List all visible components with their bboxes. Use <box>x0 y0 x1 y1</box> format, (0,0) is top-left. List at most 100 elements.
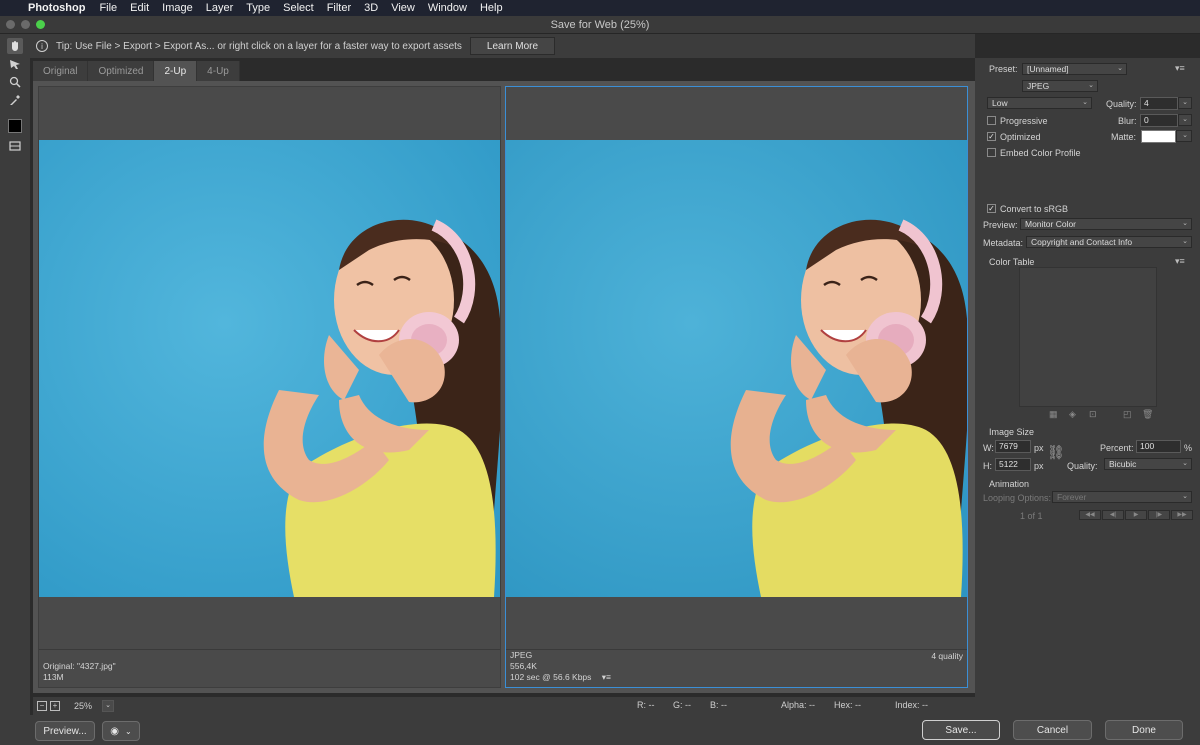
menu-select[interactable]: Select <box>283 2 314 14</box>
readout-hex: Hex: -- <box>834 700 861 710</box>
menu-view[interactable]: View <box>391 2 415 14</box>
readout-b: B: -- <box>710 700 727 710</box>
zoom-out-button[interactable]: − <box>37 701 47 711</box>
zoom-dropdown-chevron-icon[interactable]: ⌄ <box>102 700 114 712</box>
hand-tool-icon[interactable] <box>7 38 23 54</box>
menu-help[interactable]: Help <box>480 2 503 14</box>
eyedropper-color-swatch[interactable] <box>7 118 23 134</box>
percent-input[interactable]: 100 <box>1136 440 1181 453</box>
original-pane[interactable]: Original: "4327.jpg" 113M <box>38 86 501 688</box>
percent-label: Percent: <box>1100 443 1134 453</box>
play-button[interactable]: ▶ <box>1125 510 1147 520</box>
original-file-name: Original: "4327.jpg" <box>43 661 116 671</box>
frame-counter: 1 of 1 <box>1020 511 1043 521</box>
menu-image[interactable]: Image <box>162 2 193 14</box>
new-color-icon[interactable]: ◰ <box>1123 409 1132 420</box>
zoom-tool-icon[interactable] <box>7 74 23 90</box>
preview-select[interactable]: Monitor Color ⌄ <box>1020 218 1192 230</box>
looping-options-select[interactable]: Forever ⌄ <box>1052 491 1192 503</box>
tab-optimized[interactable]: Optimized <box>88 61 155 81</box>
zoom-level[interactable]: 25% <box>74 701 100 711</box>
close-window-button[interactable] <box>6 20 15 29</box>
optimize-menu-icon[interactable]: ▾≡ <box>1175 63 1185 74</box>
toggle-slices-icon[interactable] <box>7 138 23 154</box>
chevron-down-icon: ⌄ <box>125 726 132 736</box>
menu-filter[interactable]: Filter <box>327 2 351 14</box>
preset-select[interactable]: [Unnamed] ⌄ <box>1022 63 1127 75</box>
progressive-checkbox[interactable] <box>987 116 996 125</box>
menu-edit[interactable]: Edit <box>130 2 149 14</box>
next-frame-button[interactable]: |▶ <box>1148 510 1170 520</box>
menu-3d[interactable]: 3D <box>364 2 378 14</box>
zoom-in-button[interactable]: + <box>50 701 60 711</box>
tab-4-up[interactable]: 4-Up <box>197 61 240 81</box>
original-pane-footer: Original: "4327.jpg" 113M <box>39 649 500 687</box>
menu-type[interactable]: Type <box>246 2 270 14</box>
done-button[interactable]: Done <box>1105 720 1183 740</box>
minimize-window-button[interactable] <box>21 20 30 29</box>
quality-input[interactable]: 4 <box>1140 97 1178 110</box>
learn-more-button[interactable]: Learn More <box>469 37 556 55</box>
blur-input[interactable]: 0 <box>1140 114 1178 127</box>
optimized-format: JPEG <box>510 650 533 660</box>
slice-select-tool-icon[interactable] <box>7 56 23 72</box>
file-format-select[interactable]: JPEG ⌄ <box>1022 80 1098 92</box>
convert-srgb-checkbox[interactable]: ✓ <box>987 204 996 213</box>
constrain-proportions-link-icon[interactable]: ⛓ <box>1047 444 1065 461</box>
matte-label: Matte: <box>1111 132 1137 142</box>
optimized-quality: 4 quality <box>931 651 963 661</box>
window-title-bar: Save for Web (25%) <box>0 16 1200 34</box>
preset-label: Preset: <box>989 64 1018 74</box>
quality-dropdown-chevron-icon[interactable]: ⌄ <box>1178 97 1192 109</box>
looping-options-label: Looping Options: <box>983 493 1052 503</box>
cancel-button[interactable]: Cancel <box>1013 720 1092 740</box>
matte-dropdown-chevron-icon[interactable]: ⌄ <box>1176 130 1192 142</box>
previous-frame-button[interactable]: ◀| <box>1102 510 1124 520</box>
compression-quality-select[interactable]: Low ⌄ <box>987 97 1092 109</box>
mac-menu-bar: Photoshop File Edit Image Layer Type Sel… <box>0 0 1200 16</box>
status-bar: − + 25% ⌄ R: -- G: -- B: -- Alpha: -- He… <box>33 697 975 715</box>
height-label: H: <box>983 461 992 471</box>
optimized-download-time: 102 sec @ 56.6 Kbps ▾≡ <box>510 672 612 682</box>
window-title: Save for Web (25%) <box>550 18 650 31</box>
menu-window[interactable]: Window <box>428 2 467 14</box>
tab-original[interactable]: Original <box>33 61 89 81</box>
map-to-transparent-icon[interactable]: ▦ <box>1049 409 1058 420</box>
color-table-menu-icon[interactable]: ▾≡ <box>1175 256 1185 267</box>
blur-dropdown-chevron-icon[interactable]: ⌄ <box>1178 114 1192 126</box>
height-input[interactable]: 5122 <box>995 458 1031 471</box>
globe-icon: ◉ <box>110 725 120 737</box>
image-size-label: Image Size <box>989 427 1035 437</box>
optimized-checkbox[interactable]: ✓ <box>987 132 996 141</box>
tab-2-up[interactable]: 2-Up <box>154 61 198 81</box>
last-frame-button[interactable]: ▶▶ <box>1171 510 1193 520</box>
optimized-pane[interactable]: JPEG 556,4K 102 sec @ 56.6 Kbps ▾≡ 4 qua… <box>505 86 968 688</box>
matte-color-swatch[interactable] <box>1141 130 1176 143</box>
web-shift-icon[interactable]: ◈ <box>1069 409 1076 420</box>
animation-label: Animation <box>989 479 1030 489</box>
optimized-image[interactable] <box>506 140 967 597</box>
save-button[interactable]: Save... <box>922 720 1000 740</box>
convert-srgb-label: Convert to sRGB <box>1000 204 1069 214</box>
browser-preview-button[interactable]: ◉ ⌄ <box>102 721 140 741</box>
download-time-menu-icon[interactable]: ▾≡ <box>602 672 611 682</box>
tip-bar: i Tip: Use File > Export > Export As... … <box>30 34 975 58</box>
menu-file[interactable]: File <box>99 2 117 14</box>
zoom-window-button[interactable] <box>36 20 45 29</box>
optimized-pane-footer: JPEG 556,4K 102 sec @ 56.6 Kbps ▾≡ 4 qua… <box>506 649 967 687</box>
first-frame-button[interactable]: ◀◀ <box>1079 510 1101 520</box>
color-table[interactable] <box>1019 267 1157 407</box>
eyedropper-tool-icon[interactable] <box>7 92 23 108</box>
preview-button[interactable]: Preview... <box>35 721 95 741</box>
width-input[interactable]: 7679 <box>995 440 1031 453</box>
original-info: Original: "4327.jpg" 113M <box>43 661 116 683</box>
metadata-select[interactable]: Copyright and Contact Info ⌄ <box>1026 236 1192 248</box>
blur-label: Blur: <box>1118 116 1137 126</box>
trash-icon[interactable]: 🗑 <box>1142 409 1153 420</box>
menu-layer[interactable]: Layer <box>206 2 234 14</box>
lock-color-icon[interactable]: ⊡ <box>1089 409 1097 420</box>
original-image[interactable] <box>39 140 500 597</box>
menu-app-name[interactable]: Photoshop <box>28 2 85 14</box>
resample-quality-select[interactable]: Bicubic ⌄ <box>1104 458 1192 470</box>
embed-color-profile-checkbox[interactable] <box>987 148 996 157</box>
